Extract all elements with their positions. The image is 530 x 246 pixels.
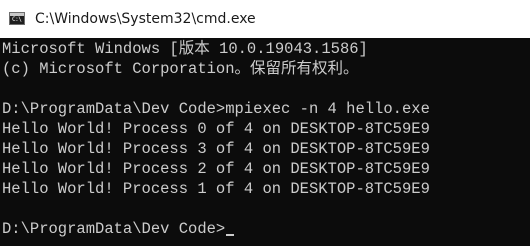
console-lines: Microsoft Windows [版本 10.0.19043.1586] (… — [2, 39, 430, 239]
console-line: Hello World! Process 3 of 4 on DESKTOP-8… — [2, 140, 430, 158]
console-prompt-line[interactable]: D:\ProgramData\Dev Code> — [2, 219, 430, 239]
cmd-icon-glyph: C:\ — [12, 16, 22, 23]
text-cursor — [226, 234, 235, 236]
console-line: D:\ProgramData\Dev Code>mpiexec -n 4 hel… — [2, 100, 430, 118]
cmd-window: C:\ C:\Windows\System32\cmd.exe Microsof… — [0, 0, 530, 246]
console-line: Hello World! Process 2 of 4 on DESKTOP-8… — [2, 160, 430, 178]
console-line: Hello World! Process 0 of 4 on DESKTOP-8… — [2, 120, 430, 138]
title-bar[interactable]: C:\ C:\Windows\System32\cmd.exe — [0, 0, 530, 38]
console-line: Microsoft Windows [版本 10.0.19043.1586] — [2, 40, 368, 58]
console-prompt: D:\ProgramData\Dev Code> — [2, 220, 226, 238]
console-output[interactable]: Microsoft Windows [版本 10.0.19043.1586] (… — [0, 38, 530, 246]
console-line: Hello World! Process 1 of 4 on DESKTOP-8… — [2, 180, 430, 198]
console-line: (c) Microsoft Corporation。保留所有权利。 — [2, 60, 359, 78]
cmd-icon[interactable]: C:\ — [9, 12, 25, 25]
window-title: C:\Windows\System32\cmd.exe — [35, 11, 256, 27]
